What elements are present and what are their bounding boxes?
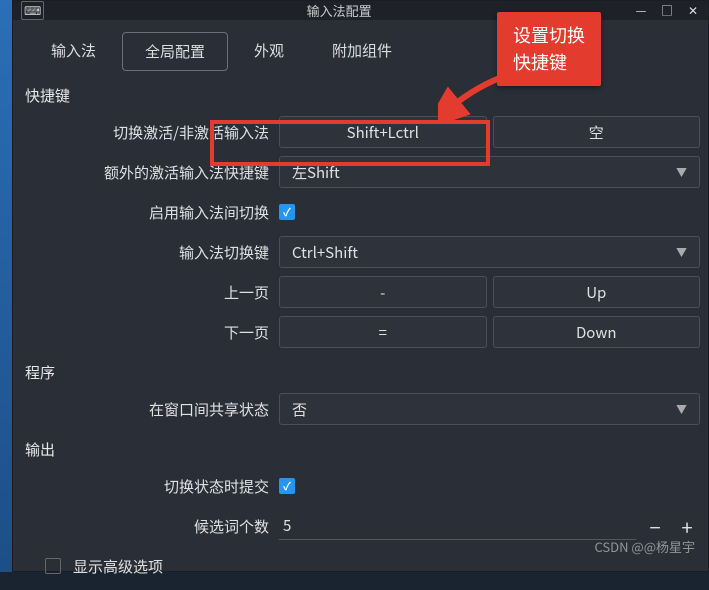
- label-share-state: 在窗口间共享状态: [21, 399, 273, 420]
- app-icon: ⌨: [21, 1, 44, 20]
- tab-addons[interactable]: 附加组件: [310, 32, 414, 71]
- chevron-down-icon: ▼: [676, 164, 687, 180]
- label-next-page: 下一页: [21, 322, 273, 343]
- chevron-down-icon: ▼: [676, 401, 687, 417]
- config-window: ⌨ 输入法配置 — □ ✕ 输入法 全局配置 外观 附加组件 快捷键 切换激活/…: [12, 0, 709, 572]
- checkbox-enable-switch[interactable]: ✓: [279, 204, 295, 220]
- hotkey-next-page-2[interactable]: Down: [493, 316, 701, 348]
- dropdown-extra-hotkey-value: 左Shift: [292, 162, 340, 183]
- label-enable-switch: 启用输入法间切换: [21, 202, 273, 223]
- tab-input-method[interactable]: 输入法: [29, 32, 118, 71]
- dropdown-share-state-value: 否: [292, 399, 307, 420]
- hotkey-prev-page-2[interactable]: Up: [493, 276, 701, 308]
- label-switch-key: 输入法切换键: [21, 242, 273, 263]
- label-prev-page: 上一页: [21, 282, 273, 303]
- annotation-callout: 设置切换 快捷键: [497, 12, 601, 86]
- tab-global-config[interactable]: 全局配置: [122, 32, 228, 71]
- callout-line1: 设置切换: [513, 22, 585, 49]
- checkbox-commit-on-switch[interactable]: ✓: [279, 478, 295, 494]
- tab-appearance[interactable]: 外观: [232, 32, 306, 71]
- close-button[interactable]: ✕: [686, 2, 700, 19]
- label-show-advanced: 显示高级选项: [73, 556, 163, 577]
- spinner-minus-button[interactable]: −: [642, 513, 668, 539]
- hotkey-toggle-activate-2[interactable]: 空: [493, 116, 701, 148]
- titlebar: ⌨ 输入法配置 — □ ✕: [13, 1, 708, 20]
- section-output: 输出: [21, 433, 700, 470]
- spinner-plus-button[interactable]: +: [674, 513, 700, 539]
- dropdown-share-state[interactable]: 否 ▼: [279, 393, 700, 425]
- label-extra-hotkey: 额外的激活输入法快捷键: [21, 162, 273, 183]
- content-area: 快捷键 切换激活/非激活输入法 Shift+Lctrl 空 额外的激活输入法快捷…: [13, 79, 708, 590]
- label-toggle-activate: 切换激活/非激活输入法: [21, 122, 273, 143]
- watermark: CSDN @@杨星宇: [594, 537, 695, 556]
- section-program: 程序: [21, 356, 700, 393]
- dropdown-switch-key-value: Ctrl+Shift: [292, 242, 358, 263]
- hotkey-next-page-1[interactable]: =: [279, 316, 487, 348]
- hotkey-toggle-activate-1[interactable]: Shift+Lctrl: [279, 116, 487, 148]
- tab-bar: 输入法 全局配置 外观 附加组件: [13, 20, 708, 79]
- chevron-down-icon: ▼: [676, 244, 687, 260]
- label-candidate-count: 候选词个数: [21, 516, 273, 537]
- dropdown-switch-key[interactable]: Ctrl+Shift ▼: [279, 236, 700, 268]
- dropdown-extra-hotkey[interactable]: 左Shift ▼: [279, 156, 700, 188]
- callout-line2: 快捷键: [513, 49, 585, 76]
- candidate-count-value: 5: [283, 515, 291, 536]
- maximize-button[interactable]: □: [660, 2, 674, 19]
- label-commit-on-switch: 切换状态时提交: [21, 476, 273, 497]
- minimize-button[interactable]: —: [634, 2, 648, 19]
- hotkey-prev-page-1[interactable]: -: [279, 276, 487, 308]
- candidate-count-field[interactable]: 5: [279, 512, 636, 540]
